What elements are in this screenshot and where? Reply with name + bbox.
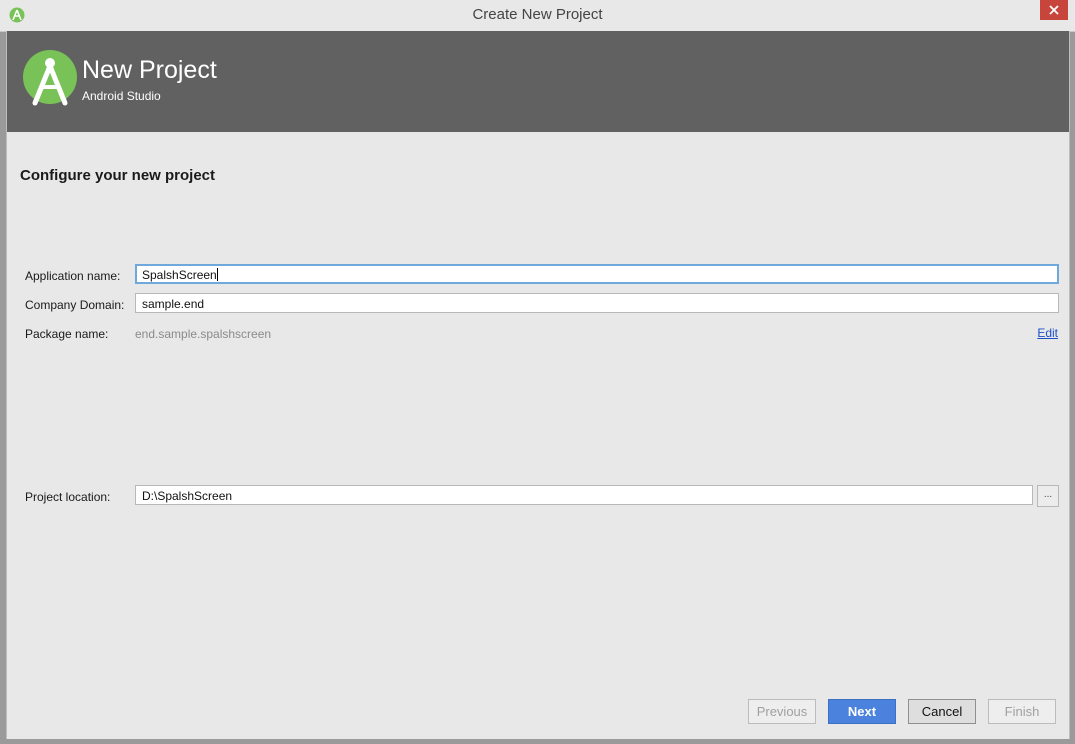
close-button[interactable] — [1040, 0, 1068, 20]
edit-package-link[interactable]: Edit — [1037, 326, 1058, 340]
package-name-label: Package name: — [25, 327, 109, 341]
application-name-label: Application name: — [25, 269, 121, 283]
application-name-value: SpalshScreen — [142, 268, 217, 282]
android-studio-logo — [23, 50, 77, 106]
text-caret — [216, 268, 218, 281]
package-name-value: end.sample.spalshscreen — [135, 327, 272, 341]
window-title: Create New Project — [472, 6, 603, 23]
dialog-body: New Project Android Studio Configure you… — [6, 31, 1070, 739]
banner-subtitle: Android Studio — [82, 89, 161, 103]
project-location-label: Project location: — [25, 490, 111, 504]
cancel-button[interactable]: Cancel — [908, 699, 976, 724]
header-banner: New Project Android Studio — [7, 31, 1069, 132]
next-button[interactable]: Next — [828, 699, 896, 724]
close-icon — [1049, 5, 1059, 15]
browse-button[interactable]: ... — [1037, 485, 1059, 507]
project-location-input[interactable]: D:\SpalshScreen — [135, 485, 1033, 505]
finish-button[interactable]: Finish — [988, 699, 1056, 724]
previous-button[interactable]: Previous — [748, 699, 816, 724]
window-titlebar: Create New Project — [0, 0, 1075, 32]
window-bottom-border — [6, 739, 1070, 744]
banner-title: New Project — [82, 56, 217, 84]
page-heading: Configure your new project — [20, 167, 216, 184]
company-domain-input[interactable]: sample.end — [135, 293, 1059, 313]
application-name-input[interactable]: SpalshScreen — [135, 264, 1059, 284]
company-domain-label: Company Domain: — [25, 298, 125, 312]
